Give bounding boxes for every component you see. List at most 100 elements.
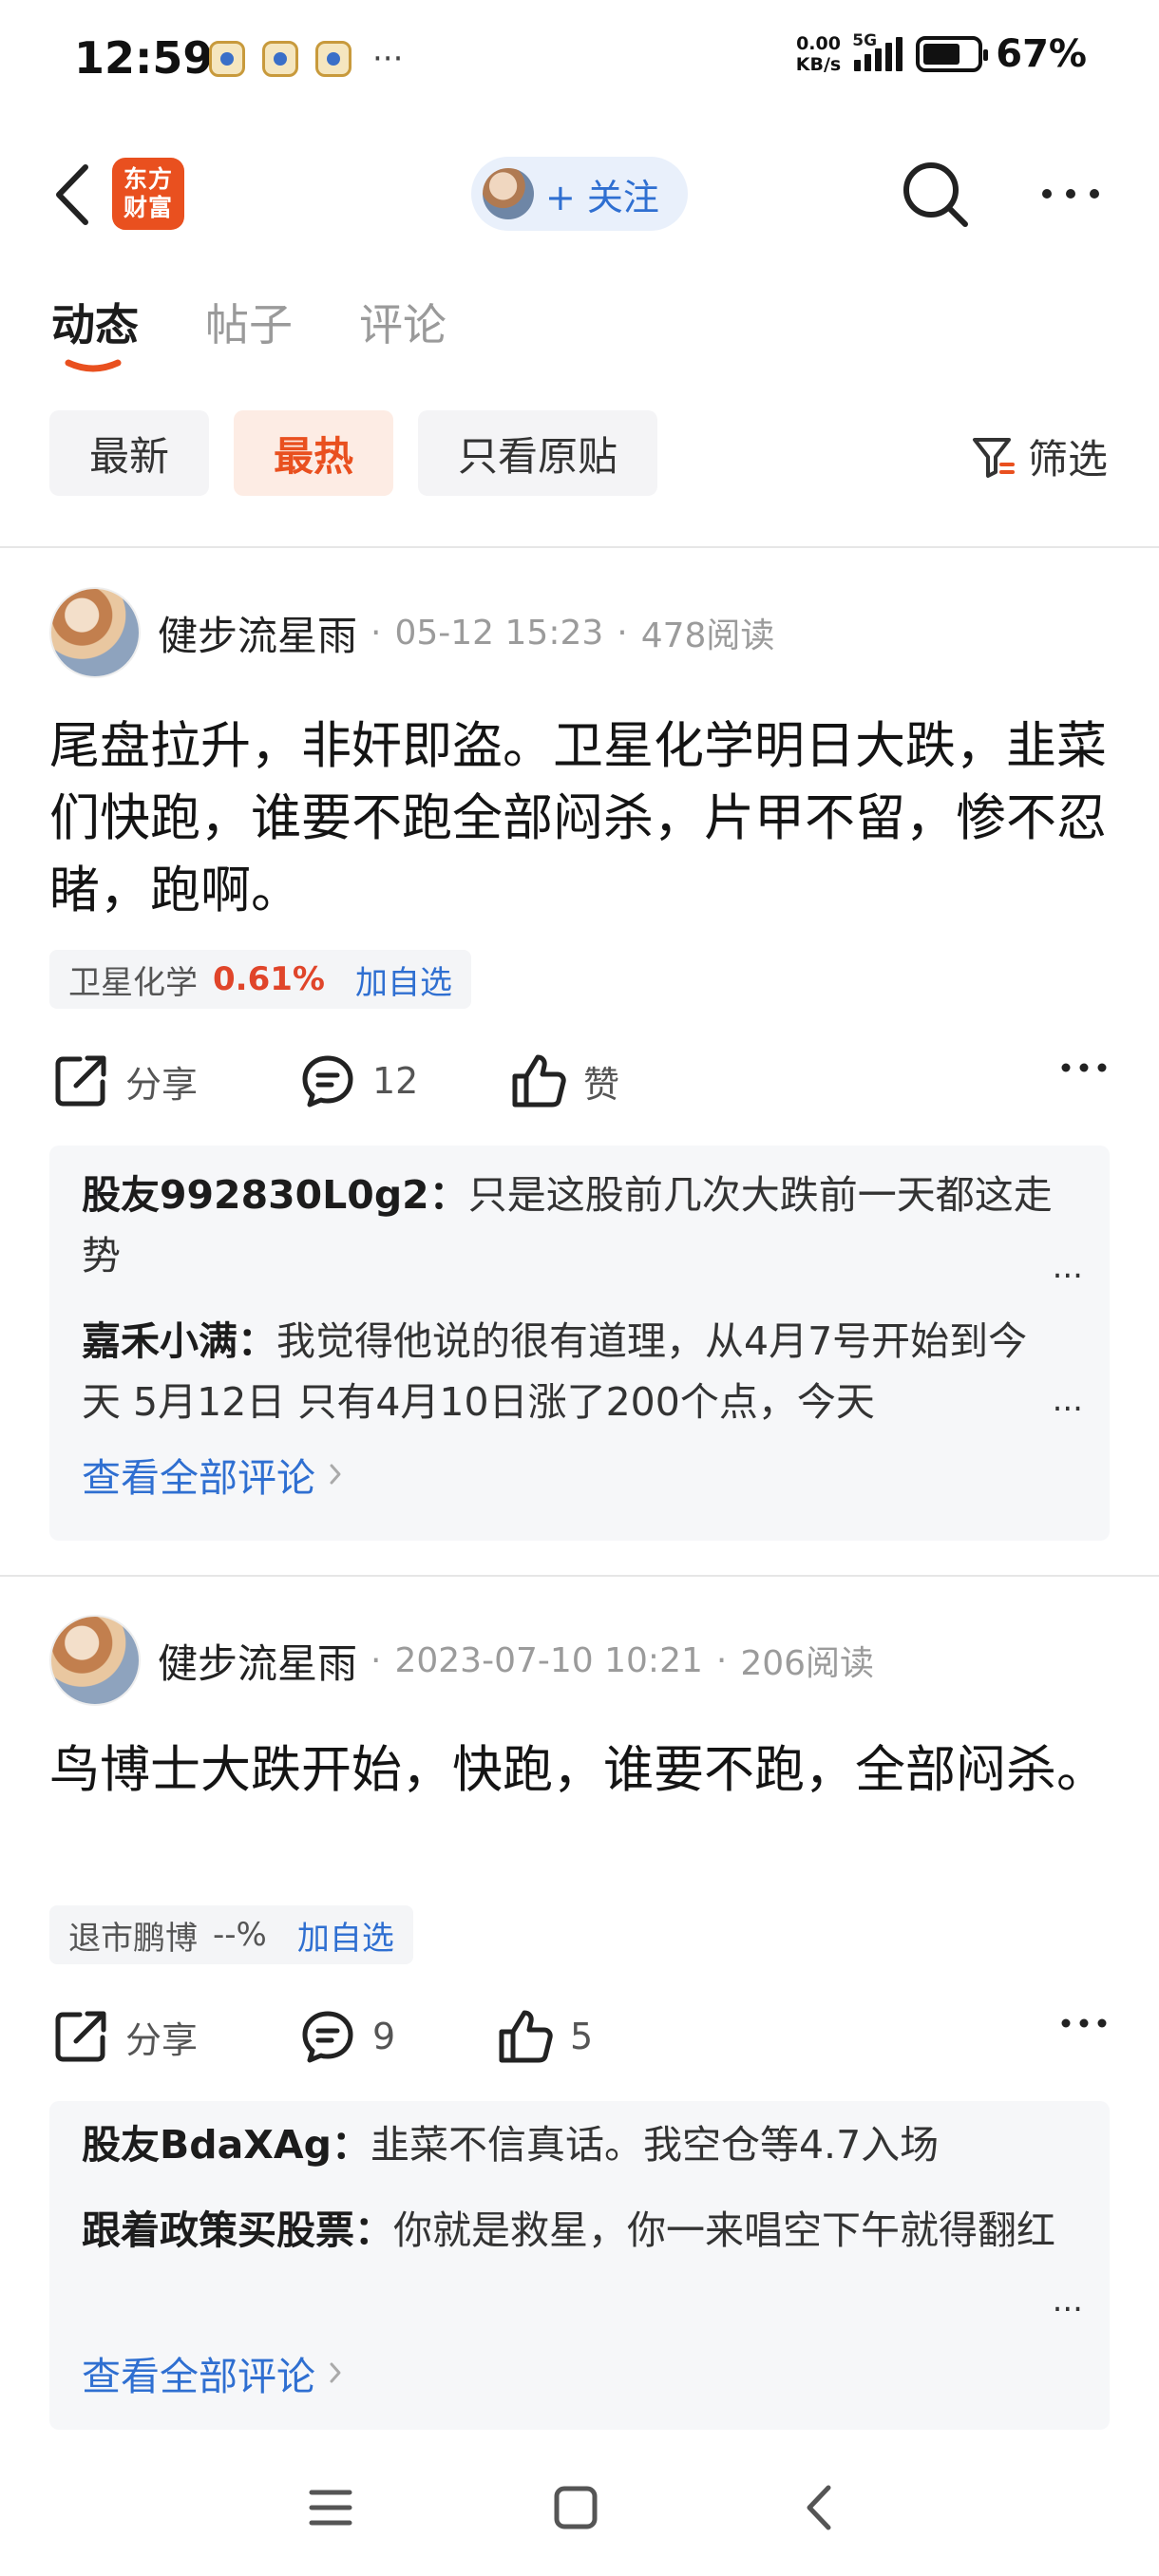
comment-user[interactable]: 股友992830L0g2 <box>82 1172 429 1218</box>
stock-change: --% <box>213 1916 267 1954</box>
filter-label: 筛选 <box>1027 436 1108 483</box>
view-all-comments-link[interactable]: 查看全部评论 <box>82 1446 342 1503</box>
filter-button[interactable]: 筛选 <box>971 427 1108 485</box>
comment-count: 9 <box>372 2016 396 2057</box>
avatar[interactable] <box>49 587 141 678</box>
thumbs-up-icon <box>499 2010 553 2063</box>
active-tab-indicator <box>65 359 122 372</box>
post-card: 健步流星雨 · 2023-07-10 10:21 · 206阅读 鸟博士大跌开始… <box>0 1615 1159 2432</box>
expand-ellipsis: ... <box>1052 1381 1083 1419</box>
menu-icon <box>309 2490 352 2526</box>
system-indicators: 0.00 KB/s 5G 67% <box>795 31 1087 76</box>
chevron-left-icon <box>56 164 88 225</box>
top-header: 东方 财富 + 关注 <box>0 142 1159 247</box>
post-more-button[interactable] <box>1060 1060 1108 1078</box>
post-author-row: 健步流星雨 · 05-12 15:23 · 478阅读 <box>49 587 774 678</box>
post-card: 健步流星雨 · 05-12 15:23 · 478阅读 尾盘拉升，非奸即盗。卫星… <box>0 587 1159 1541</box>
square-icon <box>554 2486 598 2529</box>
comment-icon <box>302 2011 353 2063</box>
comment-preview[interactable]: 跟着政策买股票：你就是救星，你一来唱空下午就得翻红 <box>82 2200 1060 2261</box>
post-actions: 分享 9 5 <box>53 2000 1108 2073</box>
comment-text: 韭菜不信真话。我空仓等4.7入场 <box>370 2122 940 2168</box>
divider <box>0 546 1159 548</box>
author-name[interactable]: 健步流星雨 <box>158 1632 357 1690</box>
tab-comments[interactable]: 评论 <box>359 291 446 353</box>
comment-preview[interactable]: 嘉禾小满：我觉得他说的很有道理，从4月7号开始到今天 5月12日 只有4月10日… <box>82 1311 1060 1432</box>
network-speed: 0.00 KB/s <box>795 33 842 75</box>
battery-icon <box>916 36 989 72</box>
post-body[interactable]: 鸟博士大跌开始，快跑，谁要不跑，全部闷杀。 <box>49 1734 1113 1807</box>
share-button[interactable]: 分享 <box>53 1053 300 1108</box>
thumbs-up-icon <box>512 1054 566 1108</box>
view-all-comments-link[interactable]: 查看全部评论 <box>82 2344 342 2401</box>
like-count: 5 <box>570 2016 594 2057</box>
post-author-row: 健步流星雨 · 2023-07-10 10:21 · 206阅读 <box>49 1615 874 1706</box>
stock-tag[interactable]: 退市鹏博 --% 加自选 <box>49 1905 413 1964</box>
comment-preview-box: 股友BdaXAg：韭菜不信真话。我空仓等4.7入场 跟着政策买股票：你就是救星，… <box>49 2101 1110 2430</box>
author-name[interactable]: 健步流星雨 <box>158 604 357 662</box>
comment-text: 你就是救星，你一来唱空下午就得翻红 <box>393 2207 1055 2253</box>
share-icon <box>55 2011 106 2062</box>
post-actions: 分享 12 赞 <box>53 1045 1108 1117</box>
system-back-button[interactable] <box>781 2470 857 2546</box>
comment-user[interactable]: 股友BdaXAg <box>82 2122 332 2168</box>
add-watchlist-button[interactable]: 加自选 <box>297 1912 394 1959</box>
comment-button[interactable]: 9 <box>300 2009 496 2064</box>
comment-preview-box: 股友992830L0g2：只是这股前几次大跌前一天都这走势 ... 嘉禾小满：我… <box>49 1146 1110 1541</box>
status-time: 12:59 <box>74 32 214 84</box>
follow-button[interactable]: + 关注 <box>471 157 688 231</box>
back-button[interactable] <box>44 161 101 228</box>
app-logo: 东方 财富 <box>112 158 184 230</box>
post-date: 2023-07-10 10:21 <box>394 1640 703 1680</box>
chevron-left-icon <box>807 2485 831 2530</box>
expand-ellipsis: ... <box>1052 2282 1083 2320</box>
comment-preview[interactable]: 股友992830L0g2：只是这股前几次大跌前一天都这走势 <box>82 1165 1060 1286</box>
post-more-button[interactable] <box>1060 2016 1108 2034</box>
post-body[interactable]: 尾盘拉升，非奸即盗。卫星化学明日大跌，韭菜们快跑，谁要不跑全部闷杀，片甲不留，惨… <box>49 710 1113 927</box>
search-button[interactable] <box>901 160 971 230</box>
notification-icons: ··· <box>209 40 403 78</box>
like-button[interactable]: 赞 <box>509 1053 619 1108</box>
comment-preview[interactable]: 股友BdaXAg：韭菜不信真话。我空仓等4.7入场 <box>82 2114 1060 2175</box>
filter-original-only-chip[interactable]: 只看原贴 <box>418 410 658 496</box>
more-notifications-icon: ··· <box>372 40 404 78</box>
avatar[interactable] <box>49 1615 141 1706</box>
stock-change: 0.61% <box>213 960 325 998</box>
filter-latest-chip[interactable]: 最新 <box>49 410 210 496</box>
expand-ellipsis: ... <box>1052 1248 1083 1286</box>
home-button[interactable] <box>538 2470 614 2546</box>
share-icon <box>55 1055 106 1107</box>
tab-dynamic[interactable]: 动态 <box>51 291 139 372</box>
like-label: 赞 <box>583 1063 620 1106</box>
more-horizontal-icon <box>1061 1063 1107 1072</box>
system-navigation-bar <box>0 2451 1159 2576</box>
share-button[interactable]: 分享 <box>53 2009 300 2064</box>
tab-posts[interactable]: 帖子 <box>205 291 293 353</box>
share-label: 分享 <box>125 2018 199 2061</box>
like-button[interactable]: 5 <box>496 2009 593 2064</box>
more-horizontal-icon <box>1042 189 1099 199</box>
signal-icon: 5G <box>852 31 903 71</box>
sort-filters: 最新 最热 只看原贴 <box>49 410 658 496</box>
search-icon <box>903 162 968 227</box>
comment-icon <box>302 1055 353 1108</box>
comment-count: 12 <box>372 1060 419 1102</box>
chevron-right-icon <box>330 1464 341 1485</box>
avatar <box>483 168 534 219</box>
stock-name: 卫星化学 <box>68 963 198 1002</box>
recent-apps-button[interactable] <box>293 2470 369 2546</box>
comment-button[interactable]: 12 <box>300 1053 509 1108</box>
app-notification-icon <box>209 41 245 77</box>
read-count: 478阅读 <box>640 616 775 655</box>
more-horizontal-icon <box>1061 2018 1107 2028</box>
app-notification-icon <box>315 41 352 77</box>
add-watchlist-button[interactable]: 加自选 <box>355 957 452 1003</box>
comment-user[interactable]: 嘉禾小满 <box>82 1318 238 1364</box>
comment-user[interactable]: 跟着政策买股票 <box>82 2207 354 2253</box>
more-options-button[interactable] <box>1039 175 1102 213</box>
stock-tag[interactable]: 卫星化学 0.61% 加自选 <box>49 950 471 1009</box>
profile-tabs: 动态 帖子 评论 <box>51 291 446 372</box>
post-date: 05-12 15:23 <box>394 613 604 653</box>
filter-hottest-chip[interactable]: 最热 <box>234 410 394 496</box>
stock-name: 退市鹏博 <box>68 1919 198 1958</box>
